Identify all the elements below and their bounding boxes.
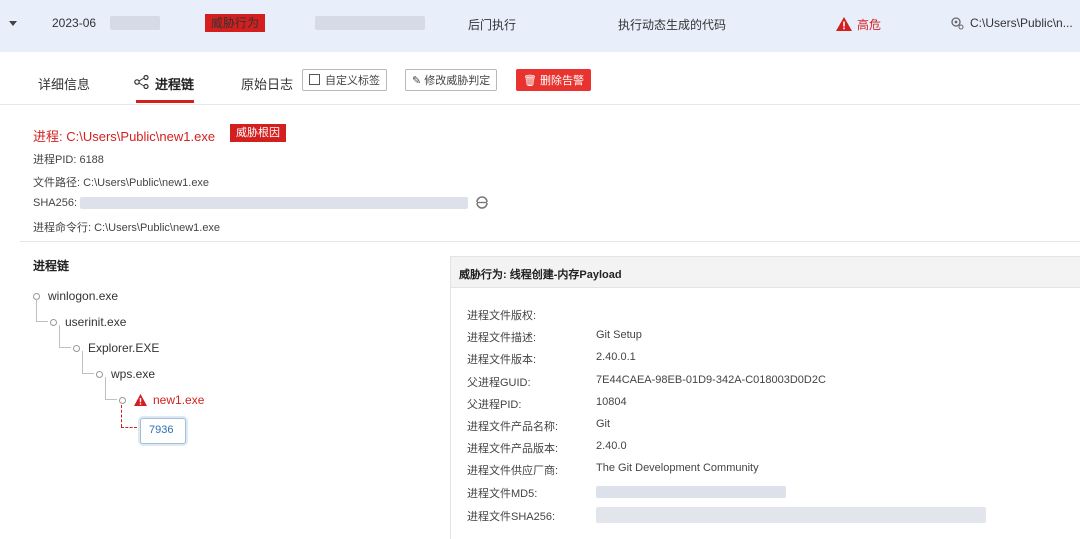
alert-description: 执行动态生成的代码 (618, 18, 727, 32)
share-nodes-icon (134, 74, 150, 92)
threat-detail-panel: 威胁行为: 线程创建-内存Payload 进程文件版权: 进程文件描述: Git… (450, 256, 1080, 539)
thread-connector (121, 405, 123, 427)
thread-connector (121, 427, 137, 429)
trash-icon: 🗑 (523, 75, 537, 87)
modify-verdict-button[interactable]: ✎ 修改威胁判定 (405, 69, 498, 91)
redacted-md5 (596, 486, 786, 498)
tree-connector (59, 347, 71, 348)
field-label: 进程文件MD5: (467, 488, 538, 500)
tree-connector (36, 321, 48, 322)
tree-title: 进程链 (33, 259, 70, 273)
field-value: Git Setup (596, 329, 642, 341)
tab-raw-log[interactable]: 原始日志 (241, 74, 293, 93)
field-label: 父进程PID: (467, 399, 522, 411)
node-dot-icon (96, 371, 103, 379)
field-label: 进程文件版本: (467, 354, 537, 366)
tree-node-winlogon[interactable]: winlogon.exe (33, 289, 118, 303)
tree-node-new1[interactable]: new1.exe (119, 393, 204, 409)
collapse-chevron-icon[interactable] (9, 21, 17, 26)
tree-connector (36, 299, 37, 321)
alert-path: C:\Users\Public\n... (970, 16, 1073, 30)
tree-node-explorer[interactable]: Explorer.EXE (73, 341, 159, 355)
alert-action: 后门执行 (468, 18, 517, 32)
tree-connector (82, 373, 94, 374)
copy-icon[interactable] (474, 194, 490, 213)
field-value: 2.40.0 (596, 440, 627, 452)
modify-verdict-label: 修改威胁判定 (424, 75, 491, 87)
tree-connector (105, 399, 117, 400)
field-label: 进程文件产品版本: (467, 443, 559, 455)
alert-date: 2023-06 (52, 16, 97, 30)
panel-title: 威胁行为: 线程创建-内存Payload (459, 269, 622, 281)
tree-connector (105, 377, 106, 399)
redacted-host (315, 16, 425, 30)
file-path: 文件路径: C:\Users\Public\new1.exe (33, 177, 210, 189)
field-value: The Git Development Community (596, 462, 759, 474)
pencil-icon: ✎ (412, 75, 422, 87)
field-label: 进程文件版权: (467, 310, 537, 322)
field-value: 10804 (596, 396, 627, 408)
field-label: 进程文件描述: (467, 332, 537, 344)
redacted-sha256 (80, 197, 468, 209)
field-label: 进程文件产品名称: (467, 421, 559, 433)
tree-node-userinit[interactable]: userinit.exe (50, 315, 126, 329)
field-value: 7E44CAEA-98EB-01D9-342A-C018003D0D2C (596, 374, 826, 386)
active-tab-indicator (136, 100, 194, 103)
process-gear-icon (950, 16, 964, 33)
detail-tabs: 详细信息 进程链 原始日志 自定义标签 ✎ 修改威胁判定 🗑 删除告警 (0, 52, 1080, 105)
panel-header: 威胁行为: 线程创建-内存Payload (451, 257, 1080, 288)
field-value: Git (596, 418, 611, 430)
field-label: 父进程GUID: (467, 377, 531, 389)
node-dot-icon (119, 397, 126, 405)
category-tag: 威胁行为 (205, 14, 266, 32)
tab-details[interactable]: 详细信息 (38, 74, 90, 93)
sha256-label: SHA256: (33, 197, 78, 209)
field-value: 2.40.0.1 (596, 351, 636, 363)
field-label: 进程文件供应厂商: (467, 465, 559, 477)
section-divider (20, 241, 1080, 242)
field-label: 进程文件SHA256: (467, 511, 556, 523)
tree-connector (59, 325, 60, 347)
alert-row[interactable]: 2023-06 威胁行为 后门执行 执行动态生成的代码 高危 C:\Users\… (0, 0, 1080, 52)
process-title: 进程: C:\Users\Public\new1.exe (33, 129, 216, 144)
warning-icon (134, 394, 147, 409)
delete-alert-button[interactable]: 🗑 删除告警 (516, 69, 591, 91)
tree-connector (82, 351, 83, 373)
warning-icon (836, 17, 852, 34)
redacted-time (110, 16, 160, 30)
custom-tag-button[interactable]: 自定义标签 (302, 69, 387, 91)
tab-process-chain[interactable]: 进程链 (155, 74, 194, 93)
delete-alert-label: 删除告警 (539, 75, 584, 87)
severity-label: 高危 (857, 18, 882, 32)
node-dot-icon (73, 345, 80, 353)
tag-icon (309, 74, 320, 85)
redacted-sha256-file (596, 507, 986, 523)
custom-tag-label: 自定义标签 (325, 75, 380, 87)
process-pid: 进程PID: 6188 (33, 154, 104, 166)
node-dot-icon (50, 319, 57, 327)
root-cause-tag: 威胁根因 (230, 124, 286, 142)
thread-box[interactable]: 7936 (140, 418, 186, 444)
thread-id: 7936 (149, 424, 174, 436)
process-cmdline: 进程命令行: C:\Users\Public\new1.exe (33, 222, 221, 234)
